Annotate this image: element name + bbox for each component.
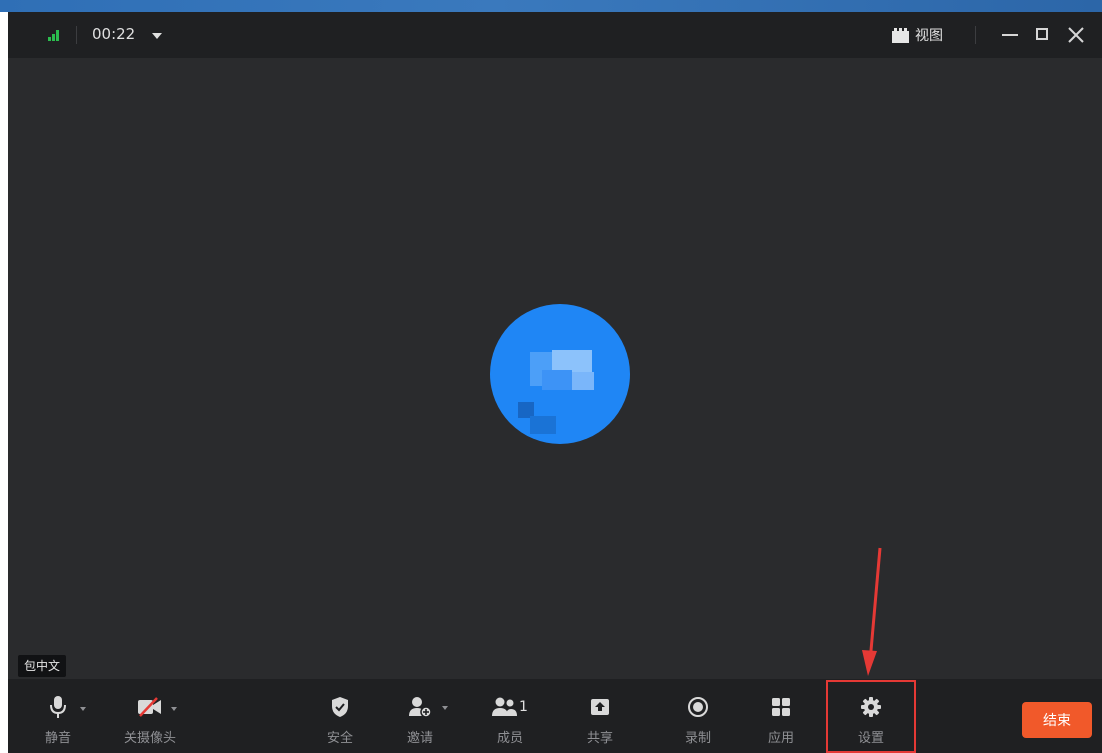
annotation-arrow [862,547,882,676]
